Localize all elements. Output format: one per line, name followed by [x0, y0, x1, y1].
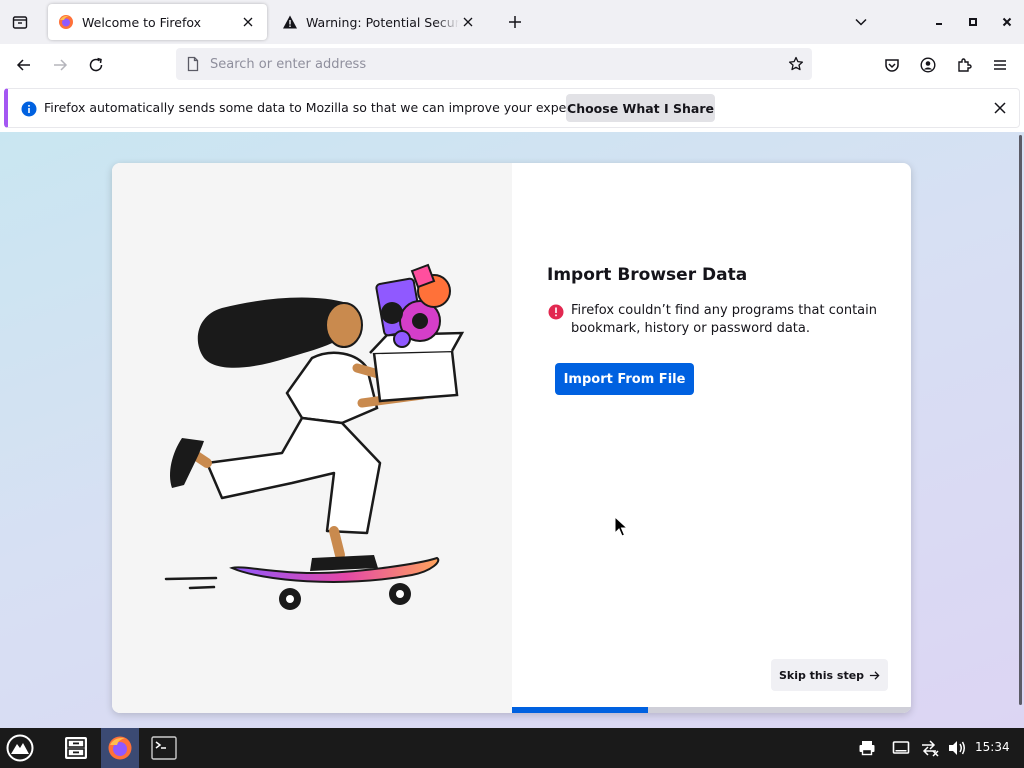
- hamburger-icon: [994, 60, 1006, 70]
- puzzle-icon: [958, 58, 972, 72]
- arrow-left-icon: [16, 59, 30, 71]
- scrollbar[interactable]: [1019, 135, 1022, 705]
- list-all-tabs-button[interactable]: [849, 10, 873, 34]
- network-disconnected-icon[interactable]: [920, 738, 940, 758]
- choose-what-i-share-button[interactable]: Choose What I Share: [566, 94, 715, 122]
- onboarding-progress-fill: [512, 707, 648, 713]
- minimize-icon: [936, 23, 942, 25]
- illustration-panel: [112, 163, 512, 713]
- back-button[interactable]: [11, 52, 37, 78]
- clock: 15:34: [975, 740, 1010, 754]
- reload-button[interactable]: [83, 52, 109, 78]
- tab-welcome[interactable]: Welcome to Firefox: [48, 4, 267, 40]
- reload-icon: [89, 57, 103, 72]
- firefox-taskbar-button[interactable]: [101, 728, 139, 768]
- plus-icon: [509, 16, 521, 28]
- file-manager-button[interactable]: [58, 728, 94, 768]
- tab-close-button[interactable]: [239, 13, 257, 31]
- mountain-logo-icon: [6, 734, 34, 762]
- search-input[interactable]: [210, 48, 770, 80]
- arrow-right-icon: [869, 670, 880, 680]
- start-menu-button[interactable]: [4, 728, 36, 768]
- tab-close-button[interactable]: [459, 13, 477, 31]
- pocket-icon: [885, 59, 899, 72]
- tab-title: Welcome to Firefox: [82, 14, 202, 30]
- terminal-button[interactable]: [146, 728, 182, 768]
- maximize-icon: [969, 18, 977, 26]
- tab-security-warning[interactable]: Warning: Potential Security Risk Ahead: [272, 4, 487, 40]
- arrow-right-icon: [54, 59, 68, 71]
- close-icon: [243, 17, 253, 27]
- close-icon: [1002, 17, 1012, 27]
- minimize-button[interactable]: [927, 10, 951, 34]
- close-icon: [463, 17, 473, 27]
- tab-strip: Welcome to Firefox Warning: Potential Se…: [0, 0, 1024, 44]
- star-icon: [788, 56, 804, 71]
- tab-list-button[interactable]: [8, 10, 32, 34]
- taskbar: 15:34: [0, 728, 1024, 768]
- file-cabinet-icon: [65, 737, 87, 759]
- new-tab-button[interactable]: [503, 10, 527, 34]
- onboarding-card: Import Browser Data Firefox couldn’t fin…: [112, 163, 911, 713]
- error-icon: [548, 304, 564, 320]
- data-collection-notification: Firefox automatically sends some data to…: [4, 88, 1020, 128]
- terminal-icon: [151, 736, 177, 760]
- account-button[interactable]: [915, 52, 941, 78]
- chevron-down-icon: [855, 18, 867, 26]
- skip-step-button[interactable]: Skip this step: [771, 659, 888, 691]
- close-window-button[interactable]: [995, 10, 1019, 34]
- extensions-button[interactable]: [951, 52, 977, 78]
- forward-button[interactable]: [47, 52, 73, 78]
- onboarding-progress-bar: [512, 707, 911, 713]
- display-icon[interactable]: [891, 738, 911, 758]
- volume-icon[interactable]: [947, 738, 967, 758]
- firefox-icon: [108, 736, 132, 760]
- menu-button[interactable]: [987, 52, 1013, 78]
- firefox-icon: [58, 14, 74, 30]
- maximize-button[interactable]: [961, 10, 985, 34]
- tab-list-icon: [12, 16, 28, 29]
- error-message: Firefox couldn’t find any programs that …: [571, 303, 877, 336]
- notification-message: Firefox automatically sends some data to…: [44, 100, 610, 115]
- skip-step-label: Skip this step: [778, 668, 865, 682]
- import-from-file-button[interactable]: Import From File: [555, 363, 694, 395]
- mouse-cursor-icon: [614, 516, 628, 537]
- address-bar[interactable]: [176, 48, 812, 80]
- import-panel: Import Browser Data Firefox couldn’t fin…: [512, 163, 911, 713]
- info-icon: [21, 101, 37, 117]
- close-icon: [994, 102, 1006, 114]
- bookmark-star-button[interactable]: [786, 54, 806, 74]
- tab-title: Warning: Potential Security Risk Ahead: [306, 14, 459, 30]
- page-title: Import Browser Data: [547, 265, 748, 285]
- warning-icon: [282, 14, 298, 30]
- skateboard-girl-illustration: [164, 263, 465, 610]
- account-icon: [920, 57, 936, 73]
- notification-close-button[interactable]: [991, 99, 1009, 117]
- page-icon: [187, 56, 199, 72]
- printer-icon[interactable]: [857, 738, 877, 758]
- pocket-button[interactable]: [879, 52, 905, 78]
